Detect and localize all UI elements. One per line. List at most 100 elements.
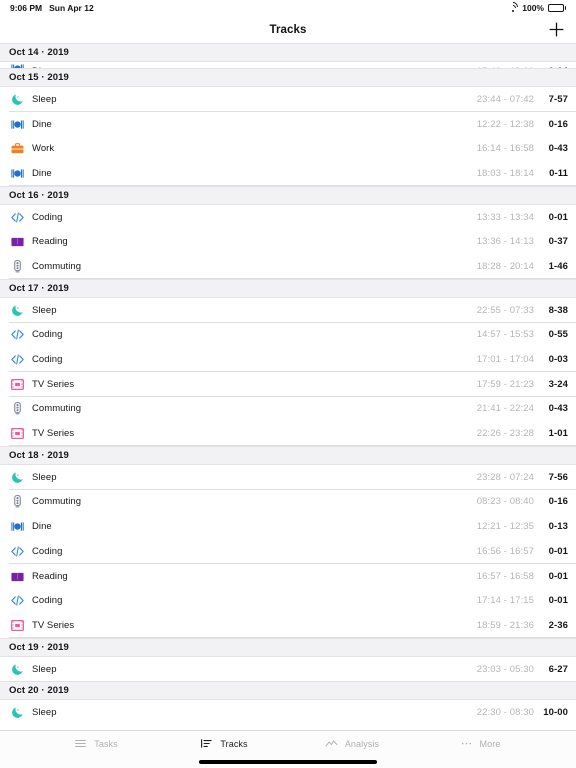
track-row[interactable]: Work 16:14 - 16:58 0-43 — [0, 136, 576, 162]
track-row[interactable]: Reading 16:57 - 16:58 0-01 — [0, 563, 576, 589]
track-title: Commuting — [32, 260, 82, 272]
tab-analysis[interactable]: Analysis — [288, 737, 416, 750]
track-row[interactable]: Commuting 21:41 - 22:24 0-43 — [0, 396, 576, 422]
svg-text:z: z — [17, 664, 19, 669]
track-row[interactable]: z Sleep 23:44 - 07:42 7-57 — [0, 87, 576, 112]
tv-series-icon — [9, 425, 26, 442]
tab-more[interactable]: More — [416, 737, 544, 750]
track-row[interactable]: Reading 13:36 - 14:13 0-37 — [0, 229, 576, 255]
track-title: Coding — [32, 545, 63, 557]
track-duration: 8-38 — [548, 304, 568, 316]
dine-icon — [11, 522, 24, 531]
tracks-bars-icon — [201, 739, 213, 748]
track-row[interactable]: Housework23:29 - 23:300-01 — [0, 725, 576, 730]
tab-tracks[interactable]: Tracks — [160, 737, 288, 750]
track-time-range: 23:44 - 07:42 — [476, 93, 534, 105]
tracks-list[interactable]: Oct 14 · 2019 Dine 17:46 - 18:00 0-14Oct 15… — [0, 43, 576, 730]
track-row[interactable]: Coding 14:57 - 15:53 0-55 — [0, 322, 576, 348]
sleep-icon: z — [12, 707, 23, 719]
track-title: Work — [32, 143, 55, 155]
track-row[interactable]: z Sleep 23:28 - 07:24 7-56 — [0, 464, 576, 490]
work-icon — [11, 143, 24, 154]
battery-full-icon — [548, 4, 566, 12]
tab-tasks[interactable]: Tasks — [32, 737, 160, 750]
track-duration: 0-43 — [548, 403, 568, 415]
track-duration: 6-27 — [548, 663, 568, 675]
sleep-icon: z — [9, 661, 26, 678]
reading-icon — [9, 568, 26, 585]
track-row[interactable]: TV Series 17:59 - 21:23 3-24 — [0, 371, 576, 397]
track-duration: 3-24 — [548, 378, 568, 390]
sleep-icon: z — [12, 94, 23, 105]
track-duration: 0-11 — [549, 167, 568, 179]
track-row[interactable]: Dine 18:03 - 18:14 0-11 — [0, 161, 576, 186]
track-row[interactable]: Coding 16:56 - 16:57 0-01 — [0, 539, 576, 564]
housework-icon — [9, 729, 26, 730]
track-row[interactable]: Coding 17:14 - 17:15 0-01 — [0, 588, 576, 614]
track-time-range: 12:21 - 12:35 — [476, 521, 534, 533]
status-time: 9:06 PM — [10, 3, 43, 13]
track-row[interactable]: Dine 17:46 - 18:00 0-14 — [0, 62, 576, 68]
track-time-range: 18:03 - 18:14 — [476, 167, 534, 179]
tracks-bars-icon — [200, 737, 213, 750]
coding-icon — [11, 329, 24, 340]
add-track-button[interactable] — [545, 19, 567, 41]
track-row[interactable]: Commuting 08:23 - 08:40 0-16 — [0, 489, 576, 515]
track-duration: 0-55 — [548, 329, 568, 341]
track-duration: 0-03 — [548, 354, 568, 366]
app-root: 9:06 PM Sun Apr 12 100% Tracks Oct 14 · … — [0, 0, 576, 768]
sleep-icon: z — [9, 469, 26, 486]
dine-icon — [9, 62, 26, 68]
track-row[interactable]: Commuting 18:28 - 20:14 1-46 — [0, 254, 576, 279]
track-duration: 7-56 — [548, 471, 568, 483]
track-title: Coding — [32, 211, 63, 223]
track-row[interactable]: Coding 13:33 - 13:34 0-01 — [0, 204, 576, 230]
battery-percent-label: 100% — [522, 3, 544, 13]
track-time-range: 17:01 - 17:04 — [476, 354, 534, 366]
coding-icon — [9, 592, 26, 609]
section-header: Oct 18 · 2019 — [0, 445, 576, 465]
coding-icon — [9, 209, 26, 226]
dine-icon — [11, 64, 24, 68]
track-title: TV Series — [32, 378, 75, 390]
ellipsis-icon — [460, 737, 473, 750]
coding-icon — [9, 543, 26, 560]
section-header: Oct 17 · 2019 — [0, 278, 576, 298]
track-time-range: 17:46 - 18:00 — [477, 66, 534, 68]
track-time-range: 13:36 - 14:13 — [476, 236, 534, 248]
status-bar-left: 9:06 PM Sun Apr 12 — [10, 3, 94, 13]
dine-icon — [11, 119, 24, 129]
track-row[interactable]: z Sleep 23:03 - 05:30 6-27 — [0, 656, 576, 682]
track-row[interactable]: TV Series 18:59 - 21:36 2-36 — [0, 613, 576, 638]
track-row[interactable]: z Sleep 22:55 - 07:33 8-38 — [0, 297, 576, 323]
coding-icon — [9, 351, 26, 368]
track-title: Sleep — [32, 707, 57, 719]
commuting-icon — [9, 400, 26, 417]
track-duration: 0-01 — [548, 570, 568, 582]
sleep-icon: z — [9, 704, 26, 721]
svg-text:z: z — [17, 305, 19, 310]
track-time-range: 21:41 - 22:24 — [476, 403, 534, 415]
track-time-range: 22:55 - 07:33 — [476, 304, 534, 316]
section-header: Oct 20 · 2019 — [0, 681, 576, 701]
work-icon — [9, 140, 26, 157]
sleep-icon: z — [9, 91, 26, 108]
svg-text:z: z — [17, 94, 19, 99]
track-duration: 0-01 — [548, 545, 568, 557]
track-row[interactable]: Coding 17:01 - 17:04 0-03 — [0, 347, 576, 372]
track-row[interactable]: Dine 12:21 - 12:35 0-13 — [0, 514, 576, 539]
status-date: Sun Apr 12 — [49, 3, 94, 13]
coding-icon — [11, 546, 24, 557]
track-row[interactable]: Dine 12:22 - 12:38 0-16 — [0, 111, 576, 137]
track-row[interactable]: z Sleep 22:30 - 08:30 10-00 — [0, 700, 576, 726]
track-row[interactable]: TV Series 22:26 - 23:28 1-01 — [0, 421, 576, 446]
track-time-range: 17:14 - 17:15 — [476, 595, 534, 607]
tv-series-icon — [11, 428, 24, 440]
home-indicator — [199, 760, 377, 764]
track-duration: 0-16 — [548, 496, 568, 508]
track-time-range: 18:28 - 20:14 — [476, 260, 534, 272]
sleep-icon: z — [9, 302, 26, 319]
ellipsis-icon — [461, 742, 471, 745]
reading-icon — [11, 238, 24, 247]
track-title: Sleep — [32, 93, 57, 105]
